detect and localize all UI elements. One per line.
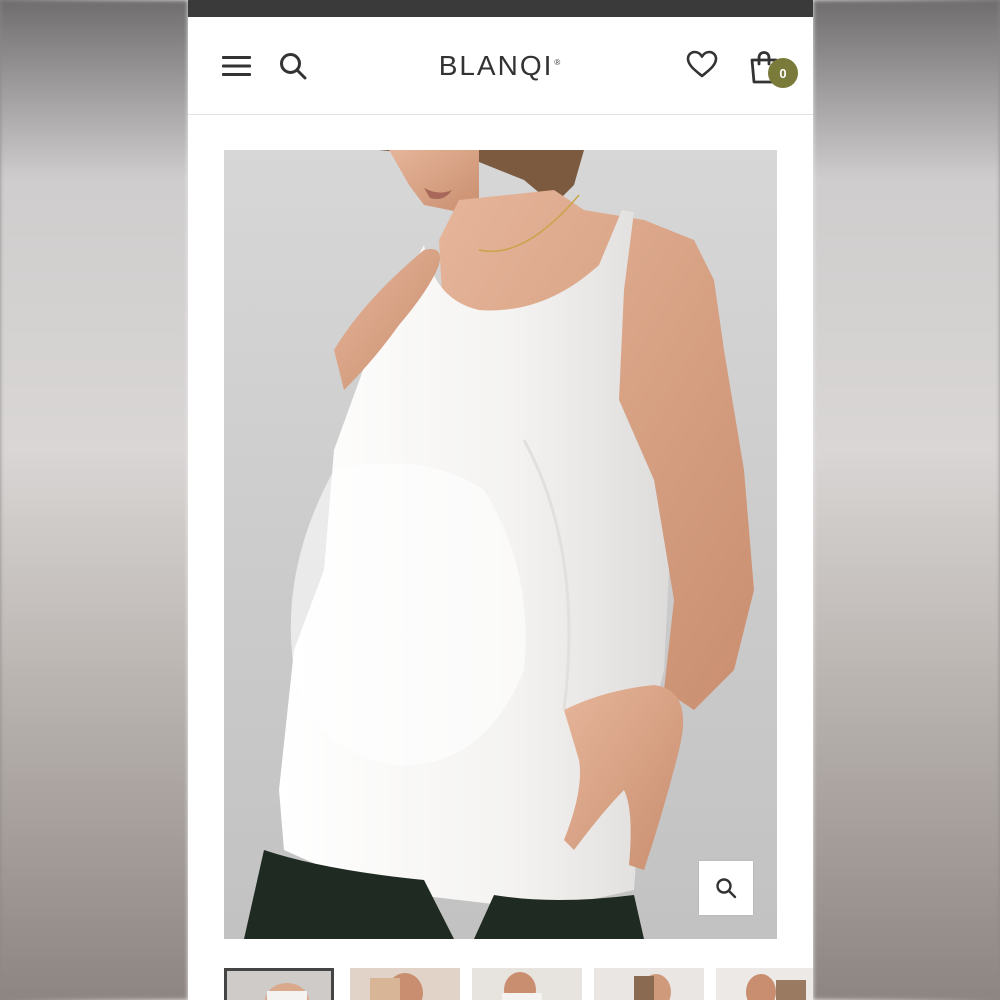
magnifier-zoom-icon[interactable] — [699, 861, 753, 915]
thumbnail-2[interactable] — [350, 968, 460, 1000]
thumbnail-strip — [224, 968, 813, 1000]
belly-highlight — [290, 463, 526, 766]
cart-count-badge: 0 — [768, 58, 798, 88]
mobile-product-page: BLANQI® 0 — [188, 0, 813, 1000]
blurred-background-right — [813, 0, 1000, 1000]
heart-icon[interactable] — [682, 45, 722, 83]
maternity-tank-photo — [244, 150, 754, 939]
thumbnail-5[interactable] — [716, 968, 813, 1000]
thumbnail-1[interactable] — [224, 968, 334, 1000]
thumbnail-4[interactable] — [594, 968, 704, 1000]
status-bar — [188, 0, 813, 17]
product-main-image[interactable] — [224, 150, 777, 939]
brand-logo-text: BLANQI — [438, 50, 554, 81]
registered-mark: ® — [554, 57, 563, 67]
blurred-background-left — [0, 0, 188, 1000]
leggings-right — [474, 895, 644, 939]
site-header: BLANQI® 0 — [188, 17, 813, 115]
thumbnail-3[interactable] — [472, 968, 582, 1000]
